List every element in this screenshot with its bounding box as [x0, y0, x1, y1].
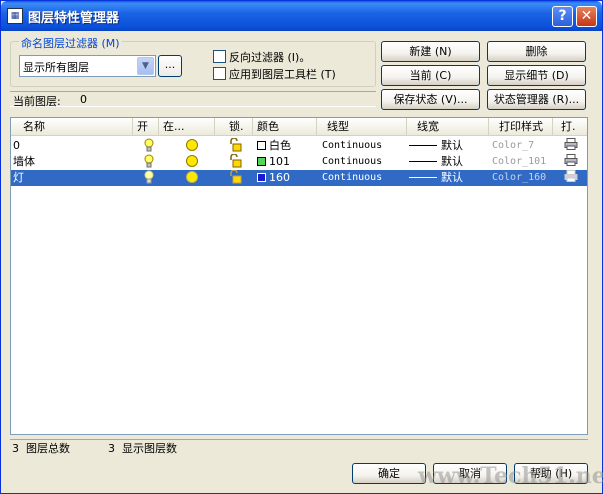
checkbox-box[interactable]: [213, 50, 226, 63]
color-swatch: [257, 141, 266, 150]
app-icon: ▦: [7, 8, 23, 24]
filter-browse-button[interactable]: ...: [158, 55, 182, 77]
column-header-lineweight[interactable]: 线宽: [407, 118, 489, 136]
invert-filter-label: 反向过滤器 (I)。: [229, 51, 311, 64]
layer-linetype[interactable]: Continuous: [322, 170, 406, 186]
column-header-plotstyle[interactable]: 打印样式: [489, 118, 553, 136]
column-header-color[interactable]: 颜色: [253, 118, 317, 136]
sun-thaw-icon[interactable]: [185, 154, 201, 170]
color-label: 101: [269, 155, 290, 168]
checkbox-box[interactable]: [213, 67, 226, 80]
chevron-down-icon[interactable]: ▼: [137, 57, 154, 75]
shown-layer-count: 3: [108, 442, 115, 455]
layer-filter-combo[interactable]: 显示所有图层 ▼: [19, 55, 156, 77]
filter-group-label: 命名图层过滤器 (M): [19, 35, 122, 51]
printer-icon[interactable]: [564, 154, 580, 170]
layer-lineweight[interactable]: 默认: [409, 138, 489, 154]
column-header-on[interactable]: 开: [133, 118, 159, 136]
status-bar: 3 图层总数 3 显示图层数: [10, 439, 588, 455]
total-layer-count: 3: [12, 442, 19, 455]
help-icon[interactable]: ?: [552, 6, 573, 27]
column-header-lock[interactable]: 锁.: [215, 118, 253, 136]
column-header-freeze[interactable]: 在...: [159, 118, 215, 136]
layer-color[interactable]: 101: [257, 154, 317, 170]
layer-plotstyle: Color_101: [492, 156, 547, 167]
layer-color[interactable]: 白色: [257, 138, 317, 154]
layer-manager-window: ▦ 图层特性管理器 ? ✕ 命名图层过滤器 (M) 显示所有图层 ▼ ... 反…: [0, 0, 603, 494]
unlock-icon[interactable]: [229, 138, 245, 154]
window-title: 图层特性管理器: [28, 11, 120, 26]
apply-toolbar-checkbox[interactable]: 应用到图层工具栏 (T): [213, 67, 336, 83]
current-layer-label: 当前图层:: [13, 95, 61, 108]
layer-name: 0: [13, 139, 20, 152]
lightbulb-on-icon[interactable]: [143, 138, 157, 154]
line-sample: [409, 145, 437, 146]
invert-filter-checkbox[interactable]: 反向过滤器 (I)。: [213, 50, 310, 66]
line-sample: [409, 177, 437, 178]
title-bar[interactable]: ▦ 图层特性管理器 ? ✕: [1, 1, 602, 31]
total-layer-label: 图层总数: [26, 442, 70, 455]
color-label: 白色: [269, 139, 291, 152]
column-header-linetype[interactable]: 线型: [317, 118, 407, 136]
printer-icon[interactable]: [564, 170, 580, 186]
apply-toolbar-label: 应用到图层工具栏 (T): [229, 68, 336, 81]
current-layer-value: 0: [80, 93, 87, 106]
unlock-icon[interactable]: [229, 170, 245, 186]
layer-name: 墙体: [13, 155, 35, 168]
layer-list-header: 名称 开 在... 锁. 颜色 线型 线宽 打印样式 打.: [11, 118, 587, 136]
close-icon[interactable]: ✕: [576, 6, 597, 27]
layer-filter-value: 显示所有图层: [23, 61, 89, 74]
layer-plotstyle: Color_7: [492, 140, 535, 151]
column-header-plot[interactable]: 打.: [553, 118, 587, 136]
printer-icon[interactable]: [564, 138, 580, 154]
lineweight-label: 默认: [441, 139, 463, 152]
line-sample: [409, 161, 437, 162]
sun-thaw-icon[interactable]: [185, 170, 201, 186]
lineweight-label: 默认: [441, 155, 463, 168]
new-layer-button[interactable]: 新建 (N): [381, 41, 480, 62]
layer-name: 灯: [13, 171, 24, 184]
save-state-button[interactable]: 保存状态 (V)...: [381, 89, 480, 110]
color-swatch: [257, 157, 266, 166]
layer-row[interactable]: 灯 160 Continuous 默认 Color_160: [11, 170, 587, 186]
sun-thaw-icon[interactable]: [185, 138, 201, 154]
lineweight-label: 默认: [441, 171, 463, 184]
delete-layer-button[interactable]: 删除: [487, 41, 586, 62]
layer-row[interactable]: 墙体 101 Continuous 默认 Color_101: [11, 154, 587, 170]
ok-button[interactable]: 确定: [352, 463, 426, 484]
shown-layer-label: 显示图层数: [122, 442, 177, 455]
layer-linetype[interactable]: Continuous: [322, 138, 406, 154]
lightbulb-on-icon[interactable]: [143, 170, 157, 186]
layer-row[interactable]: 0 白色 Continuous 默认 Color_7: [11, 138, 587, 154]
layer-lineweight[interactable]: 默认: [409, 170, 489, 186]
column-header-name[interactable]: 名称: [11, 118, 133, 136]
layer-color[interactable]: 160: [257, 170, 317, 186]
color-swatch: [257, 173, 266, 182]
current-layer-bar: 当前图层: 0: [10, 91, 376, 108]
show-details-button[interactable]: 显示细节 (D): [487, 65, 586, 86]
layer-linetype[interactable]: Continuous: [322, 154, 406, 170]
lightbulb-on-icon[interactable]: [143, 154, 157, 170]
watermark: www.Tech51.net: [418, 463, 603, 489]
set-current-button[interactable]: 当前 (C): [381, 65, 480, 86]
state-manager-button[interactable]: 状态管理器 (R)...: [487, 89, 586, 110]
color-label: 160: [269, 171, 290, 184]
layer-list[interactable]: 名称 开 在... 锁. 颜色 线型 线宽 打印样式 打. 0 白色 Conti…: [10, 117, 588, 435]
layer-lineweight[interactable]: 默认: [409, 154, 489, 170]
unlock-icon[interactable]: [229, 154, 245, 170]
layer-plotstyle: Color_160: [492, 172, 547, 183]
